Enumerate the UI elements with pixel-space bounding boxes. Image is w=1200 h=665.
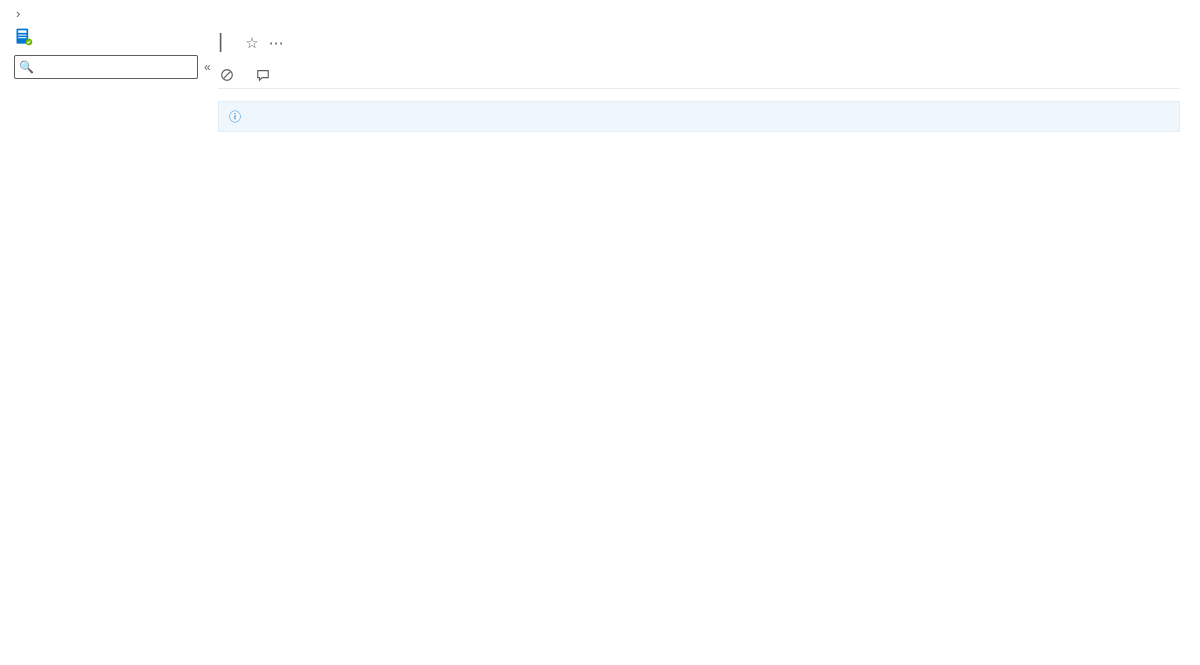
main-content: | ☆ ⋯ ⓘ: [198, 25, 1200, 248]
info-icon: ⓘ: [229, 108, 241, 125]
resource-header: [0, 25, 198, 55]
info-bar: ⓘ: [218, 101, 1180, 132]
cell-support-end: [603, 208, 795, 228]
feedback-button[interactable]: [256, 68, 276, 82]
sql-arc-icon: [14, 27, 34, 47]
title-pipe: |: [218, 31, 225, 54]
search-input[interactable]: [34, 59, 193, 75]
favorite-icon[interactable]: ☆: [245, 34, 258, 52]
more-icon[interactable]: ⋯: [269, 34, 284, 52]
cell-version: [410, 208, 602, 228]
breadcrumb: ›: [0, 0, 1200, 25]
search-icon: 🔍: [19, 60, 34, 74]
disable-button[interactable]: [220, 68, 240, 82]
cell-license-status: [795, 208, 987, 228]
cell-total-db: [988, 208, 1180, 228]
instance-details-table: [218, 208, 1180, 228]
sidebar: 🔍 «: [0, 25, 198, 248]
table-row: [218, 208, 1180, 228]
sidebar-search[interactable]: 🔍: [14, 55, 198, 79]
command-bar: [218, 64, 1180, 89]
chevron-right-icon: ›: [12, 6, 24, 21]
cell-edition: [218, 208, 410, 228]
